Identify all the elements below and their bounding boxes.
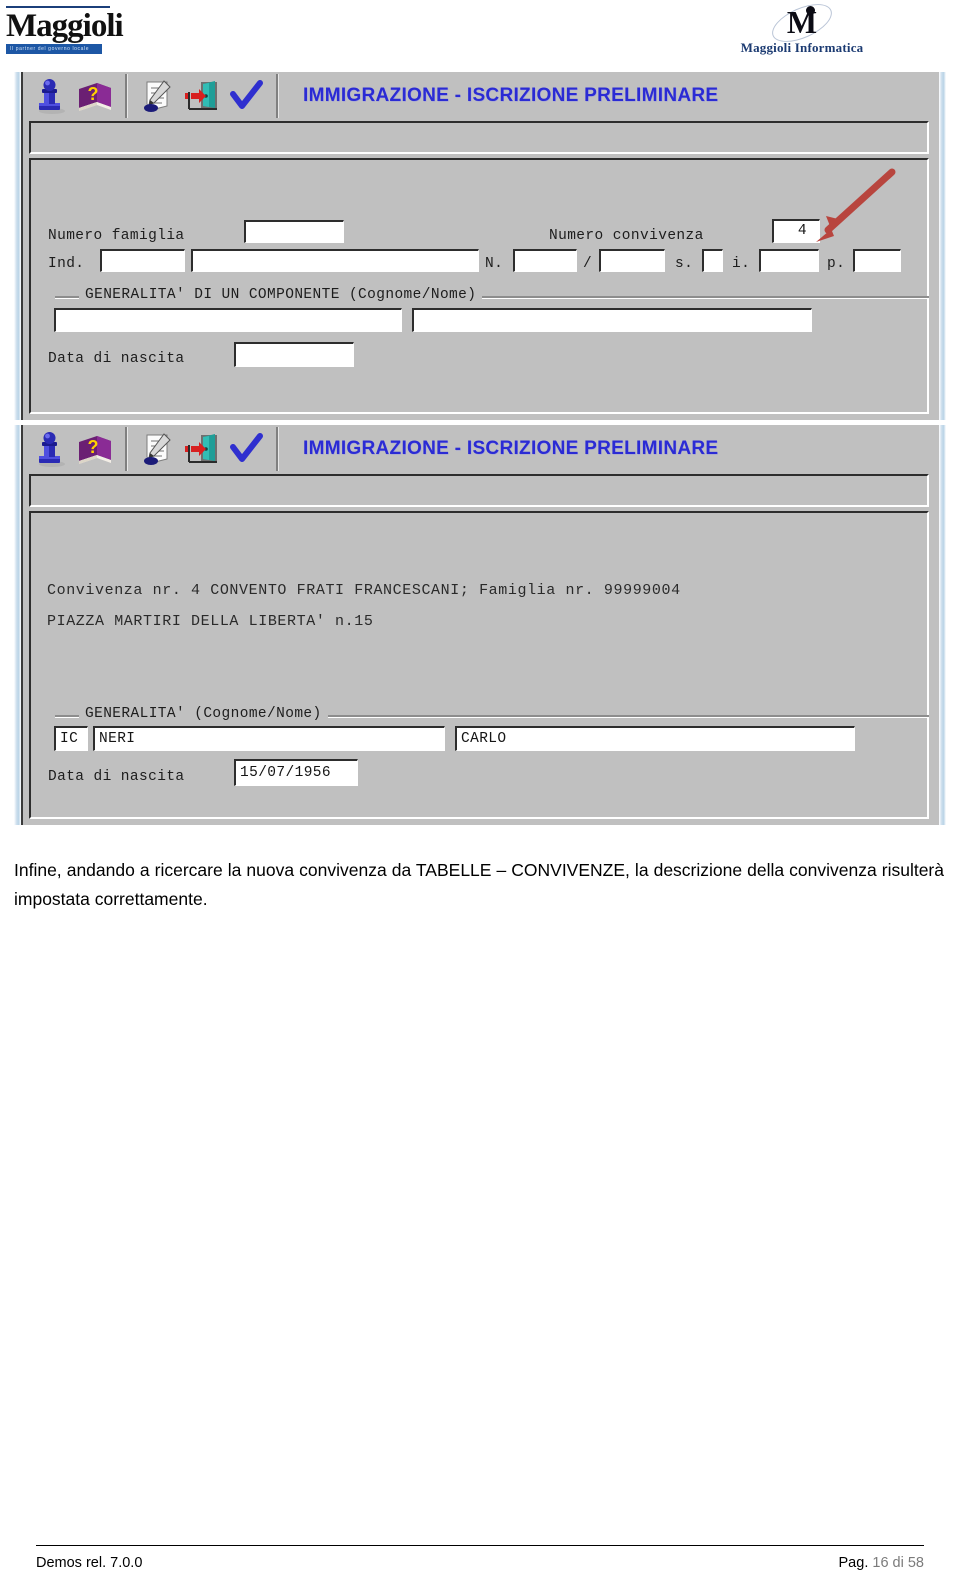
- n-field[interactable]: [513, 249, 577, 272]
- nome-field-top[interactable]: [412, 308, 812, 332]
- p-field[interactable]: [853, 249, 901, 272]
- ind-street-field[interactable]: [191, 249, 479, 272]
- s-label: s.: [675, 256, 694, 272]
- window-right-edge: [939, 425, 946, 825]
- ind-label: Ind.: [48, 256, 85, 272]
- nome-field-bottom[interactable]: CARLO: [455, 726, 855, 751]
- maggioli-informatica-logo: M Maggioli Informatica: [722, 0, 882, 61]
- orbit-dot-icon: [806, 6, 815, 15]
- numero-famiglia-field[interactable]: [244, 220, 344, 243]
- generalita-groupbox-top: GENERALITA' DI UN COMPONENTE (Cognome/No…: [55, 287, 929, 303]
- n-suffix-field[interactable]: [599, 249, 665, 272]
- data-nascita-field-bottom[interactable]: 15/07/1956: [234, 759, 358, 786]
- screenshot-window-top: ? IMMIGRAZIONE - ISCRIZIONE PRELIMINARE …: [14, 72, 946, 420]
- maggioli-wordmark: Maggioli: [6, 6, 124, 44]
- slash-label: /: [583, 256, 593, 272]
- numero-convivenza-label: Numero convivenza: [549, 228, 704, 244]
- footer-page-value: 16 di 58: [872, 1555, 924, 1571]
- n-label: N.: [485, 256, 504, 272]
- body-paragraph: Infine, andando a ricercare la nuova con…: [14, 859, 944, 909]
- s-field[interactable]: [702, 249, 723, 272]
- ind-code-field[interactable]: [100, 249, 185, 272]
- window-left-edge: [14, 72, 21, 420]
- generalita-legend-top: GENERALITA' DI UN COMPONENTE (Cognome/No…: [79, 287, 483, 303]
- cognome-field-bottom[interactable]: NERI: [93, 726, 445, 751]
- window-client-area: ? IMMIGRAZIONE - ISCRIZIONE PRELIMINARE …: [21, 72, 939, 420]
- status-line-1: Convivenza nr. 4 CONVENTO FRATI FRANCESC…: [47, 582, 681, 599]
- numero-convivenza-field[interactable]: 4: [772, 219, 820, 243]
- ic-field[interactable]: IC: [54, 726, 88, 751]
- generalita-groupbox-bottom: GENERALITA' (Cognome/Nome): [55, 706, 929, 722]
- data-nascita-field-top[interactable]: [234, 342, 354, 367]
- page-footer: Demos rel. 7.0.0 Pag. 16 di 58: [0, 1545, 960, 1591]
- monogram-mark: M: [722, 0, 882, 50]
- footer-pagination: Pag. 16 di 58: [839, 1555, 924, 1571]
- p-label: p.: [827, 256, 846, 272]
- data-nascita-label-bottom: Data di nascita: [48, 769, 185, 785]
- window-right-edge: [939, 72, 946, 420]
- window-left-edge: [14, 425, 21, 825]
- cognome-field-top[interactable]: [54, 308, 402, 332]
- i-label: i.: [732, 256, 751, 272]
- footer-release: Demos rel. 7.0.0: [36, 1555, 143, 1571]
- maggioli-tagline: Il partner del governo locale: [6, 44, 102, 54]
- numero-famiglia-label: Numero famiglia: [48, 228, 185, 244]
- footer-page-label: Pag.: [838, 1555, 869, 1571]
- informatica-name: Maggioli Informatica: [740, 40, 864, 55]
- status-line-2: PIAZZA MARTIRI DELLA LIBERTA' n.15: [47, 613, 374, 630]
- page-header: Maggioli Il partner del governo locale M…: [0, 0, 960, 68]
- data-nascita-label-top: Data di nascita: [48, 351, 185, 367]
- form-bottom: Convivenza nr. 4 CONVENTO FRATI FRANCESC…: [21, 425, 939, 825]
- i-field[interactable]: [759, 249, 819, 272]
- generalita-legend-bottom: GENERALITA' (Cognome/Nome): [79, 706, 328, 722]
- form-top: Numero famiglia Numero convivenza 4 Ind.…: [21, 72, 939, 420]
- screenshot-window-bottom: ? IMMIGRAZIONE - ISCRIZIONE PRELIMINARE …: [14, 425, 946, 825]
- footer-divider: [36, 1545, 924, 1546]
- maggioli-logo: Maggioli Il partner del governo locale: [6, 6, 124, 60]
- window-client-area: ? IMMIGRAZIONE - ISCRIZIONE PRELIMINARE …: [21, 425, 939, 825]
